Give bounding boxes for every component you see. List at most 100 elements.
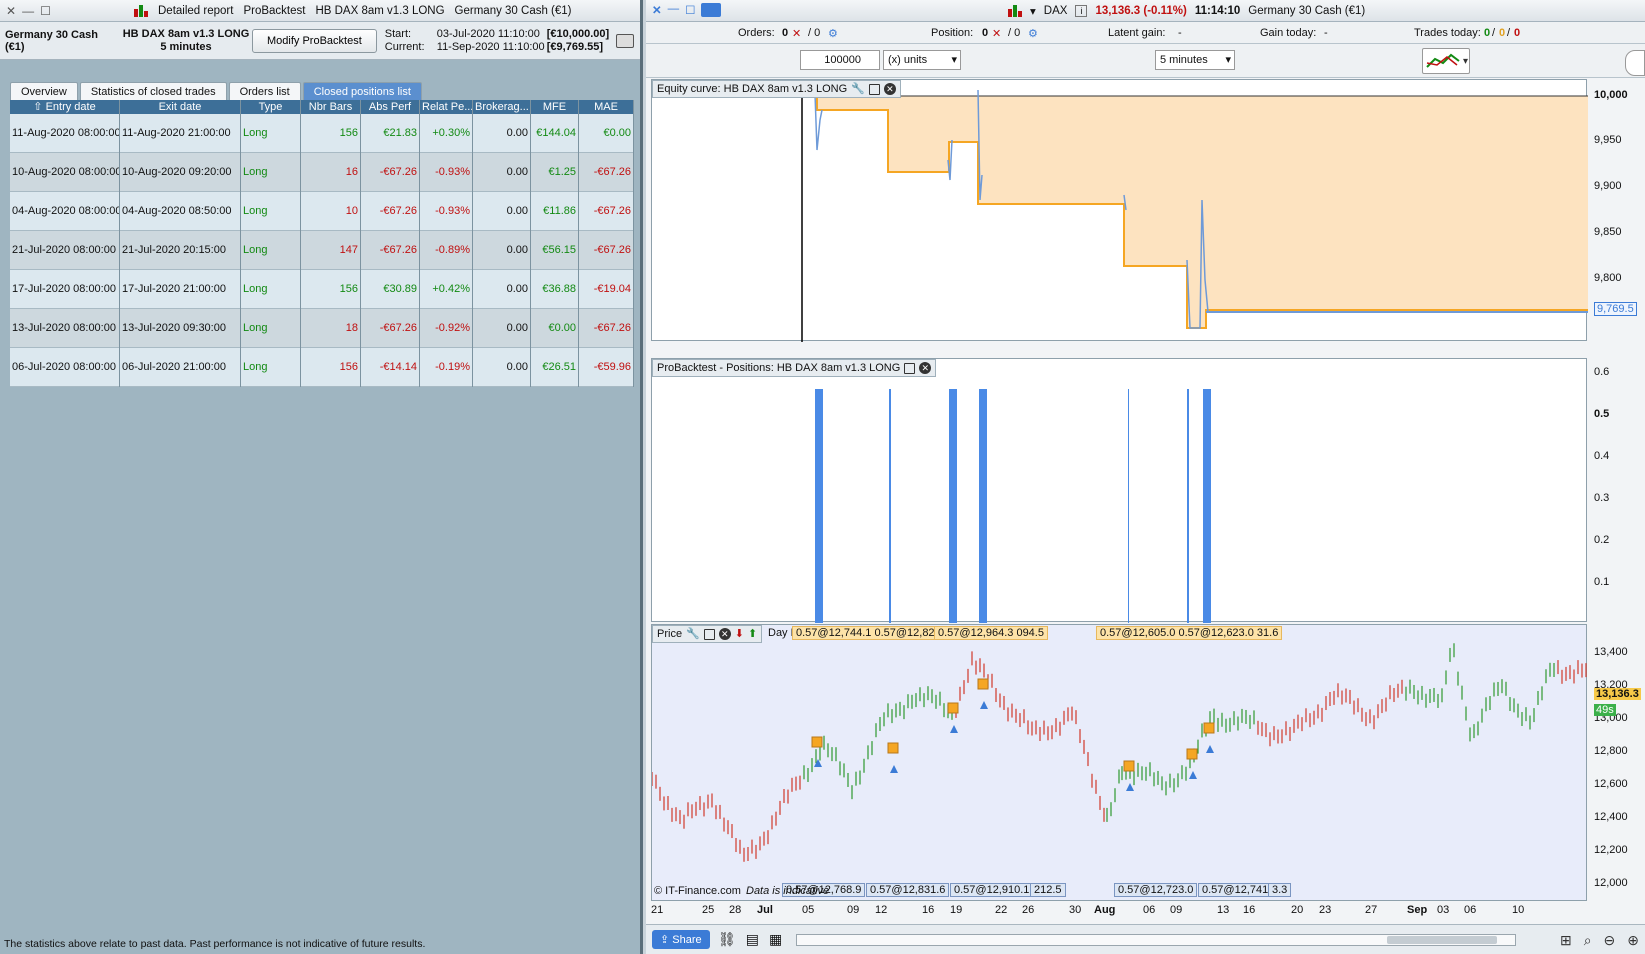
left-titlebar: ✕ — ☐ Detailed report ProBacktest HB DAX… bbox=[0, 0, 640, 22]
chevron-down-icon[interactable]: ▾ bbox=[1030, 4, 1036, 18]
maximize-panel-icon[interactable] bbox=[703, 628, 715, 640]
cell-nbr-bars: 18 bbox=[301, 308, 361, 348]
table-row[interactable]: 10-Aug-2020 08:00:00 10-Aug-2020 09:20:00… bbox=[10, 152, 634, 192]
cell-type: Long bbox=[241, 191, 301, 231]
buy-arrow-marker bbox=[814, 759, 822, 767]
timeframe-select[interactable]: 5 minutes bbox=[1155, 50, 1235, 70]
trade-exit-marker bbox=[1203, 722, 1215, 734]
maximize-icon[interactable]: ☐ bbox=[40, 4, 51, 18]
chart-scrollbar[interactable] bbox=[796, 934, 1516, 946]
order-tag[interactable]: 0.57@12,744.1 0.57@12,829.6 bbox=[792, 626, 954, 640]
keyboard-icon[interactable] bbox=[701, 3, 722, 17]
order-tag[interactable]: 0.57@12,723.0 bbox=[1114, 883, 1198, 897]
col-brokerage[interactable]: Brokerag... bbox=[473, 100, 531, 114]
cell-type: Long bbox=[241, 230, 301, 270]
order-tag[interactable]: 0.57@12,605.0 0.57@12,623.0 31.6 bbox=[1096, 626, 1283, 640]
tab-overview[interactable]: Overview bbox=[10, 82, 78, 100]
current-date: 11-Sep-2020 11:10:00 bbox=[436, 40, 545, 53]
close-icon[interactable]: ✕ bbox=[6, 4, 16, 18]
start-date: 03-Jul-2020 11:10:00 bbox=[436, 27, 540, 40]
order-tag[interactable]: 0.57@12,910.1 bbox=[950, 883, 1034, 897]
title-report: Detailed report bbox=[158, 4, 234, 17]
position-bar bbox=[979, 389, 987, 623]
wrench-icon[interactable]: 🔧 bbox=[686, 626, 700, 642]
equity-curve-chart[interactable] bbox=[652, 80, 1588, 342]
info-icon[interactable]: i bbox=[1075, 5, 1088, 17]
cell-entry-date: 10-Aug-2020 08:00:00 bbox=[10, 152, 120, 192]
maximize-panel-icon[interactable] bbox=[868, 83, 880, 95]
col-entry-date[interactable]: ⇧ Entry date bbox=[10, 100, 120, 114]
title-probacktest: ProBacktest bbox=[243, 4, 306, 17]
table-row[interactable]: 06-Jul-2020 08:00:00 06-Jul-2020 21:00:00… bbox=[10, 347, 634, 387]
orders-gear-icon[interactable]: ⚙ bbox=[828, 27, 838, 40]
chart-type-button[interactable]: ▾ bbox=[1422, 48, 1470, 74]
quantity-stepper[interactable]: 100000 bbox=[800, 50, 880, 70]
cell-brokerage: 0.00 bbox=[473, 152, 531, 192]
svg-text:▾: ▾ bbox=[1463, 56, 1468, 67]
col-nbr-bars[interactable]: Nbr Bars bbox=[301, 100, 361, 114]
positions-tick: 0.1 bbox=[1594, 576, 1610, 588]
tab-orders-list[interactable]: Orders list bbox=[228, 82, 301, 100]
position-gear-icon[interactable]: ⚙ bbox=[1028, 27, 1038, 40]
arrow-up-icon[interactable]: ⬆ bbox=[748, 626, 757, 642]
zoom-out-icon[interactable]: ⊖ bbox=[1604, 932, 1616, 949]
minimize-icon[interactable]: — bbox=[22, 4, 34, 18]
table-icon[interactable]: ▤ bbox=[746, 931, 759, 948]
close-panel-icon[interactable]: ✕ bbox=[919, 362, 932, 374]
zoom-fit-icon[interactable]: ⌕ bbox=[1584, 932, 1592, 949]
orders-cancel-icon[interactable]: ✕ bbox=[792, 27, 801, 40]
tab-statistics[interactable]: Statistics of closed trades bbox=[79, 82, 227, 100]
order-tag[interactable]: 0.57@12,831.6 bbox=[866, 883, 950, 897]
positions-panel: ProBacktest - Positions: HB DAX 8am v1.3… bbox=[651, 358, 1588, 623]
col-abs-perf[interactable]: Abs Perf bbox=[361, 100, 420, 114]
col-relat-perf[interactable]: Relat Pe... bbox=[420, 100, 473, 114]
col-exit-date[interactable]: Exit date bbox=[120, 100, 241, 114]
scrollbar-thumb[interactable] bbox=[1387, 936, 1497, 944]
price-chart[interactable] bbox=[651, 625, 1588, 902]
grid-icon[interactable]: ▦ bbox=[769, 931, 782, 948]
table-row[interactable]: 04-Aug-2020 08:00:00 04-Aug-2020 08:50:00… bbox=[10, 191, 634, 231]
zoom-in-icon[interactable]: ⊕ bbox=[1627, 932, 1639, 949]
table-row[interactable]: 17-Jul-2020 08:00:00 17-Jul-2020 21:00:00… bbox=[10, 269, 634, 309]
cell-type: Long bbox=[241, 113, 301, 153]
print-icon[interactable] bbox=[616, 34, 634, 48]
positions-chart[interactable] bbox=[652, 359, 1588, 623]
maximize-panel-icon[interactable] bbox=[904, 362, 916, 374]
table-row[interactable]: 11-Aug-2020 08:00:00 11-Aug-2020 21:00:00… bbox=[10, 113, 634, 153]
position-cancel-icon[interactable]: ✕ bbox=[992, 27, 1001, 40]
cell-entry-date: 17-Jul-2020 08:00:00 bbox=[10, 269, 120, 309]
col-mae[interactable]: MAE bbox=[579, 100, 634, 114]
link-icon[interactable]: ⛓ bbox=[718, 931, 736, 948]
order-tag[interactable]: 212.5 bbox=[1030, 883, 1066, 897]
maximize-icon[interactable]: ☐ bbox=[685, 3, 695, 17]
candlestick-icon bbox=[134, 4, 148, 17]
close-icon[interactable]: ✕ bbox=[652, 3, 662, 17]
arrow-down-icon[interactable]: ⬇ bbox=[735, 626, 744, 642]
x-tick-label: 06 bbox=[1464, 904, 1477, 916]
order-tag[interactable]: 3.3 bbox=[1268, 883, 1292, 897]
modify-probacktest-button[interactable]: Modify ProBacktest bbox=[252, 28, 377, 53]
candlestick-icon[interactable] bbox=[1008, 5, 1022, 17]
cell-exit-date: 11-Aug-2020 21:00:00 bbox=[120, 113, 241, 153]
current-label: Current: bbox=[384, 40, 425, 53]
order-tag[interactable]: 0.57@12,964.3 094.5 bbox=[934, 626, 1048, 640]
units-select[interactable]: (x) units bbox=[883, 50, 961, 70]
tab-closed-positions[interactable]: Closed positions list bbox=[302, 82, 422, 100]
x-tick-label: 23 bbox=[1319, 904, 1332, 916]
cell-type: Long bbox=[241, 347, 301, 387]
table-row[interactable]: 21-Jul-2020 08:00:00 21-Jul-2020 20:15:00… bbox=[10, 230, 634, 270]
wrench-icon[interactable]: 🔧 bbox=[851, 81, 865, 97]
side-panel-toggle[interactable] bbox=[1625, 50, 1645, 76]
trade-exit-marker bbox=[1123, 760, 1135, 772]
chart-zoom-icon[interactable]: ⊞ bbox=[1560, 932, 1572, 949]
equity-tick: 9,850 bbox=[1594, 226, 1622, 238]
col-type[interactable]: Type bbox=[241, 100, 301, 114]
col-mfe[interactable]: MFE bbox=[531, 100, 579, 114]
minimize-icon[interactable]: — bbox=[668, 3, 680, 17]
table-row[interactable]: 13-Jul-2020 08:00:00 13-Jul-2020 09:30:00… bbox=[10, 308, 634, 348]
share-button[interactable]: ⇪ Share bbox=[652, 930, 710, 949]
close-panel-icon[interactable]: ✕ bbox=[883, 83, 896, 95]
cell-relat-perf: +0.30% bbox=[420, 113, 473, 153]
close-panel-icon[interactable]: ✕ bbox=[718, 628, 731, 640]
cell-relat-perf: +0.42% bbox=[420, 269, 473, 309]
